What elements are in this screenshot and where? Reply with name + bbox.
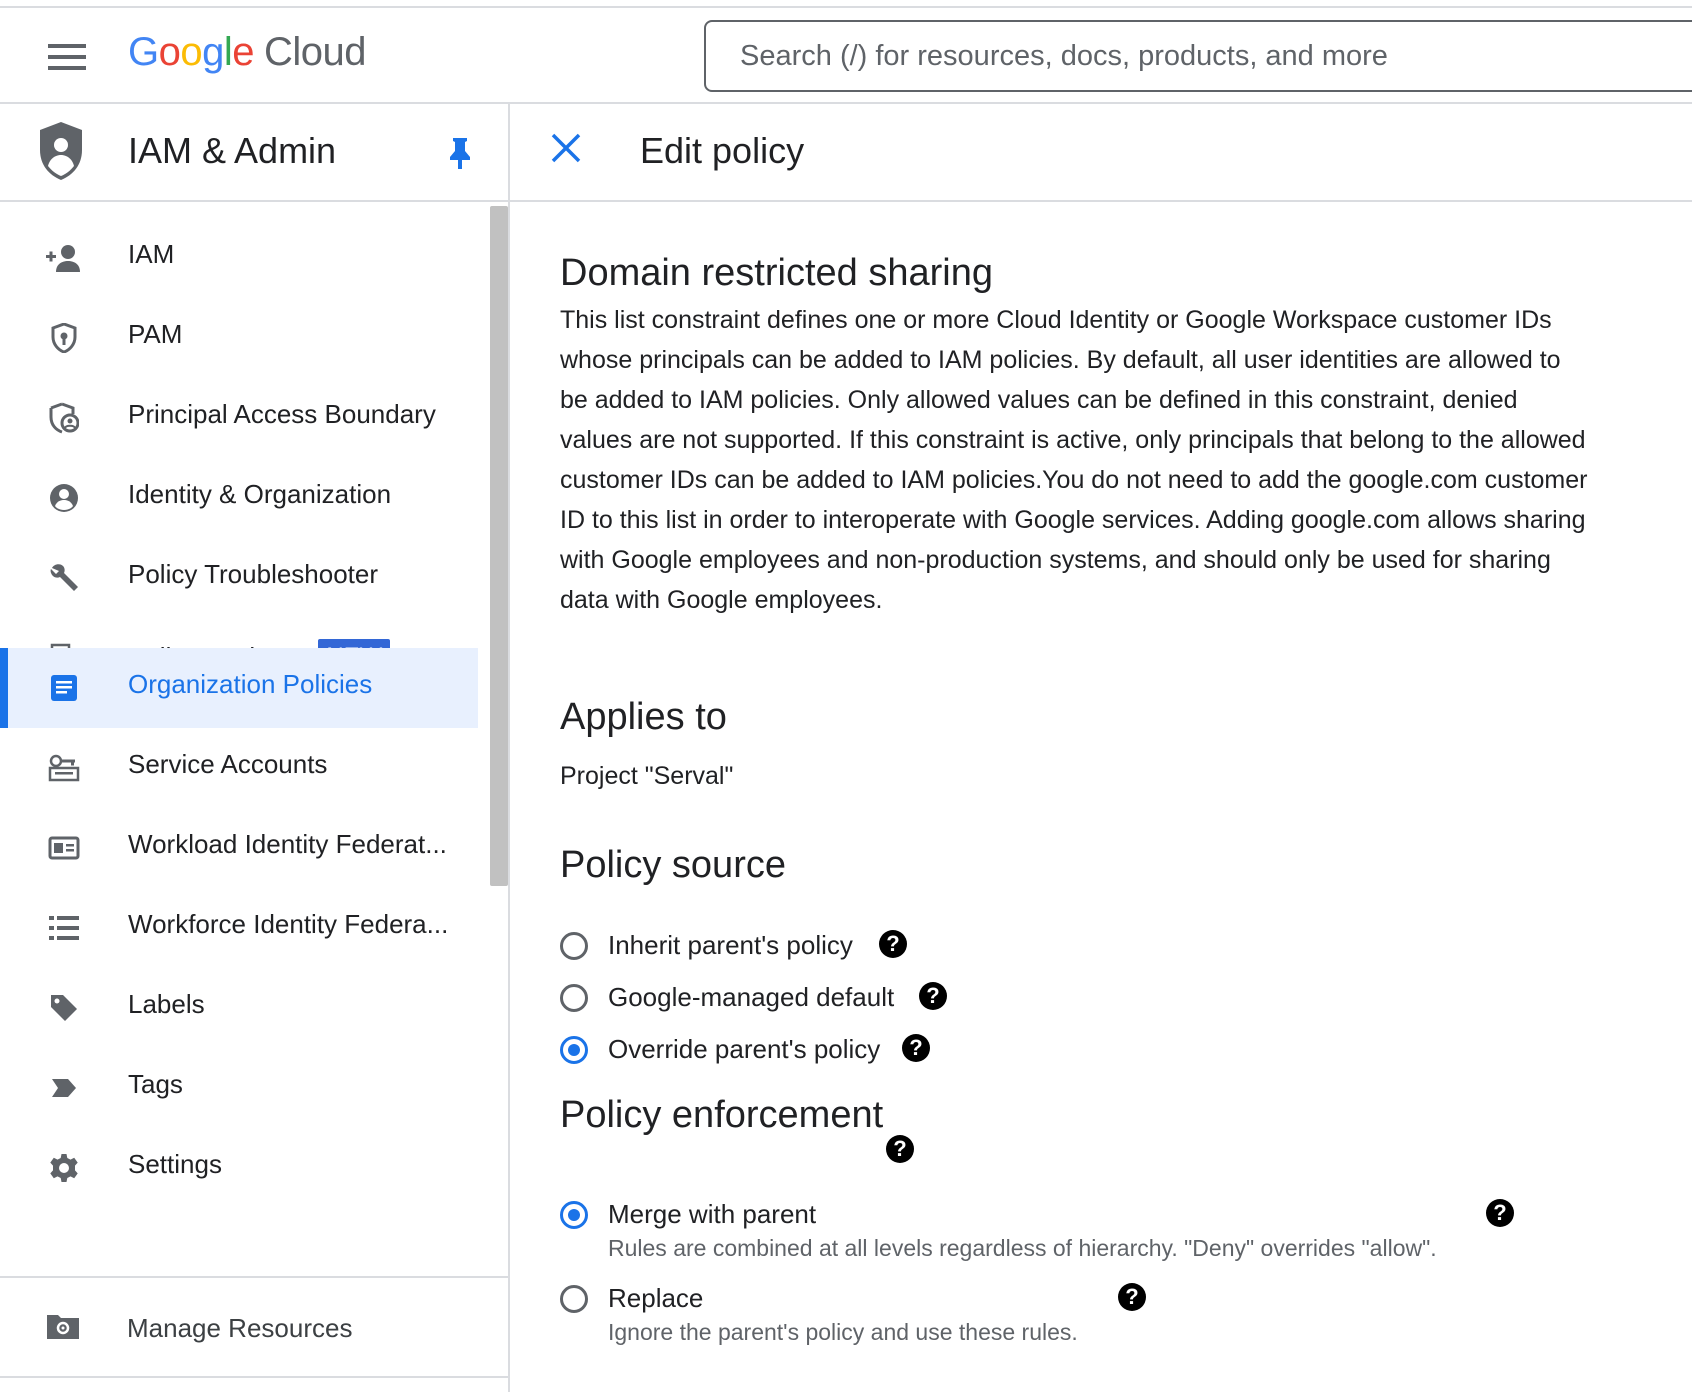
sidebar-item-identity-organization[interactable]: Identity & Organization bbox=[0, 458, 478, 538]
sidebar-item-workforce-identity-federation[interactable]: Workforce Identity Federa... bbox=[0, 888, 478, 968]
policy-name-heading: Domain restricted sharing bbox=[560, 252, 993, 294]
manage-resources-item[interactable]: Manage Resources bbox=[0, 1280, 508, 1380]
radio-inherit-parent[interactable]: Inherit parent's policy bbox=[560, 930, 920, 970]
panel-header: Edit policy bbox=[510, 104, 1692, 202]
sidebar-item-labels[interactable]: Labels bbox=[0, 968, 478, 1048]
sidebar-item-organization-policies[interactable]: Organization Policies bbox=[0, 648, 478, 728]
tag-icon bbox=[46, 990, 82, 1026]
search-box bbox=[704, 20, 1692, 92]
radio-button-selected[interactable] bbox=[560, 1036, 588, 1064]
person-add-icon bbox=[46, 240, 82, 276]
radio-button[interactable] bbox=[560, 984, 588, 1012]
sidebar-item-pam[interactable]: PAM bbox=[0, 298, 478, 378]
sidebar-item-principal-access-boundary[interactable]: Principal Access Boundary bbox=[0, 378, 478, 458]
policy-description: This list constraint defines one or more… bbox=[560, 306, 1588, 614]
radio-button[interactable] bbox=[560, 1285, 588, 1313]
search-input[interactable] bbox=[706, 22, 1692, 90]
policy-source-heading: Policy source bbox=[560, 844, 786, 886]
folder-settings-icon bbox=[46, 1312, 80, 1345]
panel-title: Edit policy bbox=[640, 130, 805, 171]
service-account-icon bbox=[46, 750, 82, 786]
shield-person-icon bbox=[46, 400, 82, 436]
help-icon[interactable]: ? bbox=[886, 1135, 914, 1163]
sidebar-bottom-divider bbox=[0, 1376, 508, 1378]
sidebar-item-policy-troubleshooter[interactable]: Policy Troubleshooter bbox=[0, 538, 478, 618]
help-icon[interactable]: ? bbox=[919, 982, 947, 1010]
help-icon[interactable]: ? bbox=[879, 930, 907, 958]
pin-icon[interactable] bbox=[448, 136, 472, 170]
product-title: IAM & Admin bbox=[128, 130, 337, 171]
sidebar: IAM & Admin IAM PAM Principal Access Bou… bbox=[0, 104, 510, 1392]
sidebar-divider bbox=[0, 1276, 508, 1278]
sidebar-item-tags[interactable]: Tags bbox=[0, 1048, 478, 1128]
radio-button-selected[interactable] bbox=[560, 1201, 588, 1229]
google-cloud-logo[interactable]: Google Cloud bbox=[128, 30, 367, 75]
iam-shield-icon bbox=[40, 122, 82, 180]
main-menu-icon[interactable] bbox=[48, 44, 86, 70]
close-icon[interactable] bbox=[550, 132, 582, 164]
merge-description: Rules are combined at all levels regardl… bbox=[608, 1235, 1437, 1261]
applies-to-heading: Applies to bbox=[560, 696, 727, 738]
sidebar-item-workload-identity-federation[interactable]: Workload Identity Federat... bbox=[0, 808, 478, 888]
replace-description: Ignore the parent's policy and use these… bbox=[608, 1319, 1078, 1345]
account-circle-icon bbox=[46, 480, 82, 516]
radio-merge-with-parent[interactable]: Merge with parent Rules are combined at … bbox=[560, 1199, 1460, 1269]
list-document-icon bbox=[46, 670, 82, 706]
wrench-icon bbox=[46, 560, 82, 596]
applies-to-value: Project "Serval" bbox=[560, 762, 734, 790]
policy-enforcement-heading: Policy enforcement bbox=[560, 1094, 884, 1136]
sidebar-item-service-accounts[interactable]: Service Accounts bbox=[0, 728, 478, 808]
sidebar-item-iam[interactable]: IAM bbox=[0, 218, 478, 298]
radio-replace[interactable]: Replace Ignore the parent's policy and u… bbox=[560, 1283, 1120, 1353]
help-icon[interactable]: ? bbox=[1118, 1283, 1146, 1311]
radio-button[interactable] bbox=[560, 932, 588, 960]
help-icon[interactable]: ? bbox=[1486, 1199, 1514, 1227]
radio-google-managed-default[interactable]: Google-managed default bbox=[560, 982, 920, 1022]
shield-lock-icon bbox=[46, 320, 82, 356]
sidebar-scrollbar[interactable] bbox=[490, 206, 508, 886]
sidebar-item-settings[interactable]: Settings bbox=[0, 1128, 478, 1208]
top-header: Google Cloud bbox=[0, 8, 1692, 104]
id-card-icon bbox=[46, 830, 82, 866]
radio-override-parent[interactable]: Override parent's policy bbox=[560, 1034, 920, 1074]
list-icon bbox=[46, 910, 82, 946]
sidebar-header: IAM & Admin bbox=[0, 104, 508, 202]
help-icon[interactable]: ? bbox=[902, 1034, 930, 1062]
gear-icon bbox=[46, 1150, 82, 1186]
label-arrow-icon bbox=[46, 1070, 82, 1106]
